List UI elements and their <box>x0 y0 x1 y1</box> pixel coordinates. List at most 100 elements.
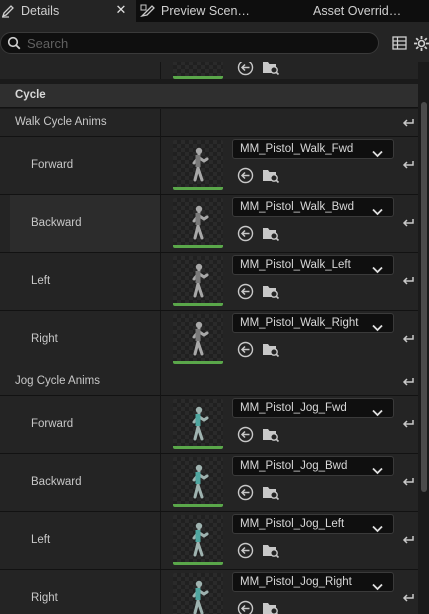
chevron-down-icon <box>372 319 383 337</box>
group-label: Jog Cycle Anims <box>15 375 101 387</box>
chevron-down-icon <box>372 145 383 163</box>
close-tab-icon[interactable]: ✕ <box>114 3 128 17</box>
property-name-cell: Forward <box>10 137 160 194</box>
asset-picker-value: MM_Pistol_Walk_Bwd <box>240 201 354 213</box>
chevron-down-icon <box>372 203 383 221</box>
scrollbar-thumb[interactable] <box>421 102 427 492</box>
category-cycle[interactable]: Cycle <box>0 84 418 108</box>
reset-to-default-icon[interactable] <box>400 416 416 432</box>
property-name-cell: Backward <box>10 195 160 252</box>
chevron-down-icon <box>372 404 383 422</box>
reset-to-default-icon[interactable] <box>400 215 416 231</box>
anim-property-row: Right MM_Pistol_Jog_Right <box>0 570 418 614</box>
property-label: Backward <box>31 217 82 229</box>
reset-to-default-icon[interactable] <box>400 331 416 347</box>
use-selected-icon[interactable] <box>236 282 254 300</box>
tab-preview-scene[interactable]: Preview Scen… <box>140 0 300 22</box>
asset-picker-dropdown[interactable]: MM_Pistol_Walk_Bwd <box>232 197 394 217</box>
browse-asset-icon[interactable] <box>262 599 280 614</box>
search-row <box>0 22 429 62</box>
group-walk-cycle-anims[interactable]: Walk Cycle Anims <box>0 109 418 137</box>
anim-thumbnail[interactable] <box>173 399 223 449</box>
chevron-down-icon <box>372 578 383 596</box>
browse-asset-icon[interactable] <box>262 282 280 300</box>
reset-to-default-icon[interactable] <box>400 532 416 548</box>
anim-thumbnail[interactable] <box>173 256 223 306</box>
use-selected-icon[interactable] <box>236 483 254 501</box>
use-selected-icon[interactable] <box>236 166 254 184</box>
gear-icon[interactable] <box>412 34 429 52</box>
search-input[interactable] <box>27 35 347 51</box>
use-selected-icon[interactable] <box>236 224 254 242</box>
reset-to-default-icon[interactable] <box>400 273 416 289</box>
asset-picker-value: MM_Pistol_Jog_Bwd <box>240 460 348 472</box>
property-name-cell: Backward <box>10 454 160 511</box>
reset-to-default-icon[interactable] <box>400 115 416 131</box>
asset-picker-dropdown[interactable]: MM_Pistol_Jog_Fwd <box>232 398 394 418</box>
reset-to-default-icon[interactable] <box>400 474 416 490</box>
chevron-down-icon <box>372 462 383 480</box>
asset-picker-value: MM_Pistol_Jog_Right <box>240 576 352 588</box>
tab-asset-override-label: Asset Overrid… <box>313 4 402 18</box>
use-selected-icon[interactable] <box>236 62 254 76</box>
anim-thumbnail[interactable] <box>173 573 223 614</box>
asset-picker-value: MM_Pistol_Jog_Left <box>240 518 345 530</box>
property-name-cell: Right <box>10 311 160 368</box>
asset-picker-dropdown[interactable]: MM_Pistol_Jog_Right <box>232 572 394 592</box>
anim-property-row: Right MM_Pistol_Walk_Right <box>0 311 418 369</box>
asset-picker-value: MM_Pistol_Walk_Right <box>240 317 359 329</box>
details-panel: Cycle Walk Cycle Anims Forward MM_Pistol_… <box>0 62 429 614</box>
property-label: Backward <box>31 476 82 488</box>
group-jog-cycle-anims[interactable]: Jog Cycle Anims <box>0 368 418 396</box>
use-selected-icon[interactable] <box>236 340 254 358</box>
use-selected-icon[interactable] <box>236 599 254 614</box>
use-selected-icon[interactable] <box>236 541 254 559</box>
anim-thumbnail[interactable] <box>173 198 223 248</box>
tab-details-label: Details <box>21 4 60 18</box>
reset-to-default-icon[interactable] <box>400 590 416 606</box>
chevron-down-icon <box>372 520 383 538</box>
anim-thumbnail[interactable] <box>173 140 223 190</box>
reset-to-default-icon[interactable] <box>400 374 416 390</box>
browse-asset-icon[interactable] <box>262 62 280 76</box>
search-icon <box>7 36 21 50</box>
property-name-cell: Forward <box>10 396 160 453</box>
asset-picker-dropdown[interactable]: MM_Pistol_Walk_Right <box>232 313 394 333</box>
property-name-cell: Right <box>10 570 160 614</box>
tab-asset-override[interactable]: Asset Overrid… <box>306 0 429 22</box>
property-name-cell: Left <box>10 512 160 569</box>
anim-thumbnail[interactable] <box>173 314 223 364</box>
property-label: Forward <box>31 418 74 430</box>
tab-bar: Details ✕ Preview Scen… Asset Overrid… <box>0 0 429 22</box>
asset-picker-dropdown[interactable]: MM_Pistol_Jog_Left <box>232 514 394 534</box>
use-selected-icon[interactable] <box>236 425 254 443</box>
pencil-icon <box>0 3 16 19</box>
anim-thumbnail[interactable] <box>173 62 223 79</box>
vertical-scrollbar[interactable] <box>418 62 429 614</box>
table-view-icon[interactable] <box>390 34 408 52</box>
browse-asset-icon[interactable] <box>262 166 280 184</box>
asset-picker-value: MM_Pistol_Walk_Fwd <box>240 143 354 155</box>
property-name-cell: Left <box>10 253 160 310</box>
asset-picker-dropdown[interactable]: MM_Pistol_Walk_Left <box>232 255 394 275</box>
browse-asset-icon[interactable] <box>262 224 280 242</box>
browse-asset-icon[interactable] <box>262 340 280 358</box>
anim-property-row: Left MM_Pistol_Jog_Left <box>0 512 418 570</box>
browse-asset-icon[interactable] <box>262 425 280 443</box>
search-box[interactable] <box>0 32 379 54</box>
asset-picker-dropdown[interactable]: MM_Pistol_Walk_Fwd <box>232 139 394 159</box>
anim-thumbnail[interactable] <box>173 515 223 565</box>
property-label: Right <box>31 592 58 604</box>
anim-property-row: Backward MM_Pistol_Walk_Bwd <box>0 195 418 253</box>
property-label: Right <box>31 333 58 345</box>
property-label: Left <box>31 275 51 287</box>
browse-asset-icon[interactable] <box>262 483 280 501</box>
asset-picker-dropdown[interactable]: MM_Pistol_Jog_Bwd <box>232 456 394 476</box>
category-cycle-label: Cycle <box>15 89 46 101</box>
anim-property-row: Left MM_Pistol_Walk_Left <box>0 253 418 311</box>
anim-thumbnail[interactable] <box>173 457 223 507</box>
anim-property-row: Forward MM_Pistol_Jog_Fwd <box>0 396 418 454</box>
reset-to-default-icon[interactable] <box>400 157 416 173</box>
property-label: Forward <box>31 159 74 171</box>
browse-asset-icon[interactable] <box>262 541 280 559</box>
